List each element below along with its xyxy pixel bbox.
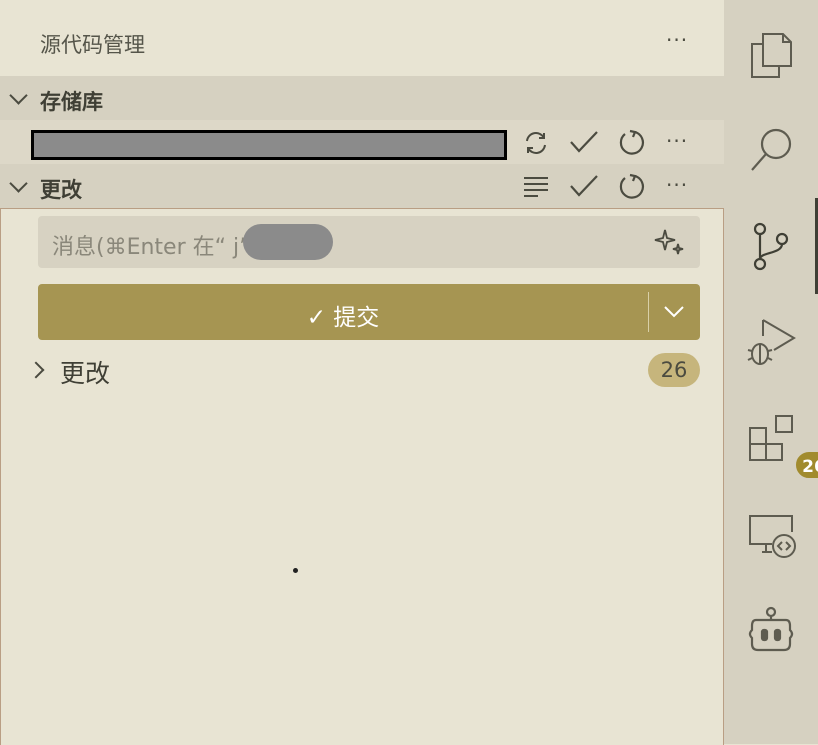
dot-mark (293, 568, 298, 573)
panel-header: 源代码管理 ··· (0, 0, 724, 76)
changes-count-badge: 26 (648, 353, 700, 387)
extensions-icon (749, 415, 793, 461)
activity-copilot[interactable] (724, 586, 818, 666)
commit-message-input[interactable]: 消息(⌘Enter 在“ j”提交) (38, 216, 700, 268)
repositories-section-header[interactable]: 存储库 (0, 76, 724, 120)
activity-explorer[interactable] (724, 10, 818, 90)
run-debug-icon (747, 319, 796, 365)
changes-group-label: 更改 (60, 359, 111, 388)
changes-section-header[interactable]: 更改 ··· (0, 164, 724, 208)
panel-more-actions-icon[interactable]: ··· (666, 30, 688, 50)
chevron-down-icon[interactable] (9, 174, 28, 193)
chevron-down-icon[interactable] (662, 304, 686, 320)
commit-button-label: ✓ 提交 (306, 305, 380, 331)
source-control-panel: 源代码管理 ··· 存储库 ··· 更改 ··· 消息(⌘Enter 在“ j”… (0, 0, 724, 745)
redacted-branch-name (243, 224, 333, 260)
commit-check-icon[interactable] (568, 128, 600, 156)
repository-name-redacted[interactable] (31, 130, 507, 160)
chevron-down-icon[interactable] (9, 86, 28, 105)
sparkle-icon[interactable] (654, 228, 686, 258)
copilot-icon (748, 606, 794, 652)
chevron-right-icon[interactable] (27, 361, 45, 379)
activity-run-debug[interactable] (724, 298, 818, 378)
activity-search[interactable] (724, 106, 818, 186)
source-control-icon (753, 222, 789, 271)
files-icon (751, 33, 792, 78)
commit-button[interactable]: ✓ 提交 (38, 284, 700, 340)
activity-extensions[interactable] (724, 394, 818, 474)
activity-remote-explorer[interactable] (724, 490, 818, 570)
commit-check-icon[interactable] (568, 172, 600, 200)
search-icon (751, 128, 792, 171)
activity-source-control[interactable]: 26 (724, 202, 818, 480)
remote-explorer-icon (749, 515, 796, 558)
view-as-list-icon[interactable] (522, 175, 550, 199)
refresh-icon[interactable] (617, 128, 647, 158)
changes-group-row[interactable]: 更改 26 (0, 352, 724, 392)
repositories-section-title: 存储库 (40, 90, 103, 114)
refresh-icon[interactable] (617, 172, 647, 202)
sync-icon[interactable] (522, 129, 550, 157)
repository-row[interactable]: ··· (0, 120, 724, 164)
activity-bar: 26 (724, 0, 818, 744)
commit-button-divider (648, 292, 649, 332)
repository-more-actions-icon[interactable]: ··· (666, 131, 688, 151)
changes-more-actions-icon[interactable]: ··· (666, 175, 688, 195)
changes-section-title: 更改 (40, 178, 82, 202)
panel-title: 源代码管理 (40, 33, 145, 57)
